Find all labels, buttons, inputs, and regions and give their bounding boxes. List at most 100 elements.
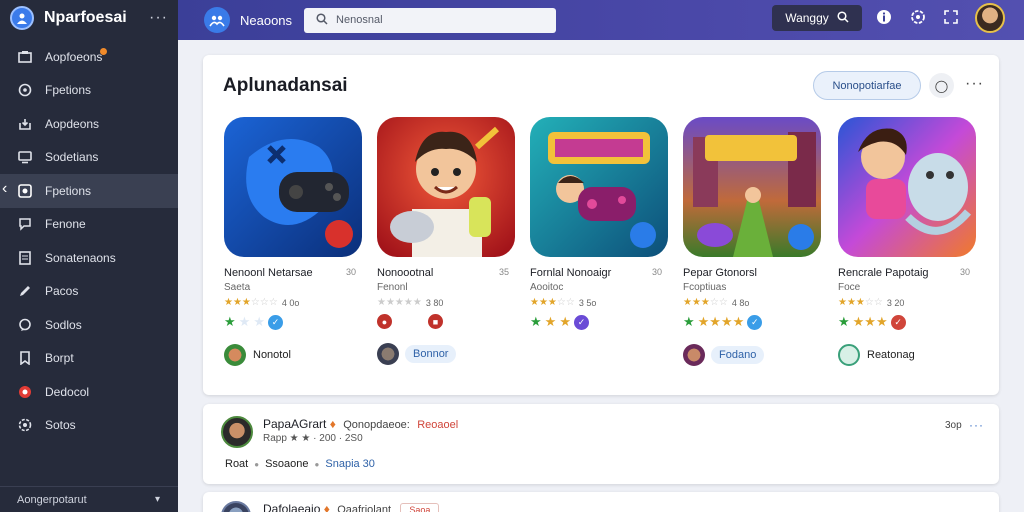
sidebar-item-9[interactable]: Borpt xyxy=(0,342,178,376)
app-title[interactable]: Rencrale Papotaig xyxy=(838,267,929,279)
creator-avatar[interactable] xyxy=(377,343,399,365)
page-title: Neaoons xyxy=(240,12,293,28)
brand-name: Nparfoesai xyxy=(44,9,127,26)
feed-action-link[interactable]: Snapia 30 xyxy=(325,458,375,470)
inbox-icon xyxy=(17,116,33,132)
creator-name[interactable]: Nonotol xyxy=(253,349,291,361)
fullscreen-icon[interactable] xyxy=(942,8,960,26)
record-icon: ● xyxy=(377,314,392,329)
sidebar-item-7[interactable]: Pacos xyxy=(0,275,178,309)
app-image[interactable] xyxy=(838,117,976,257)
more-icon[interactable]: ··· xyxy=(965,75,984,93)
sidebar-item-1[interactable]: Fpetions xyxy=(0,74,178,108)
sidebar-item-3[interactable]: Sodetians xyxy=(0,141,178,175)
verified-icon: ✓ xyxy=(747,314,763,330)
sidebar-item-4[interactable]: Fpetions xyxy=(0,174,178,208)
verified-icon: ✓ xyxy=(267,314,283,330)
feed-author[interactable]: Dafolaeaio xyxy=(263,502,320,512)
sidebar-footer-label: Aongerpotarut xyxy=(17,493,87,506)
creator-avatar[interactable] xyxy=(683,344,705,366)
badges-row: ★ ★★★ ✓ xyxy=(838,314,978,330)
feed-author[interactable]: PapaAGrart xyxy=(263,417,326,431)
section-title: Aplunadansai xyxy=(223,75,348,96)
sidebar-item-label: Fpetions xyxy=(45,83,92,98)
feed-tag[interactable]: Reoaoel xyxy=(417,419,458,431)
search-icon xyxy=(316,12,328,28)
rating-stars: ★★★ ☆☆ 3 5o xyxy=(530,297,597,308)
badges-row: ★ ★★★★ ✓ xyxy=(683,314,823,330)
app-image[interactable] xyxy=(377,117,515,257)
rating-count: 3 20 xyxy=(886,297,905,308)
app-title[interactable]: Fornlal Nonoaigr xyxy=(530,267,611,279)
sidebar-item-0[interactable]: Aopfoeons xyxy=(0,40,178,74)
feed-tag[interactable]: Saoa xyxy=(400,503,440,512)
user-avatar[interactable] xyxy=(975,3,1005,33)
rating-count: 3 5o xyxy=(578,297,597,308)
app-title[interactable]: Nenoonl Netarsae xyxy=(224,267,313,279)
app-card-4[interactable]: Rencrale Papotaig 30 Foce ★★★ ☆☆ 3 20 ★ ★★★ ✓… xyxy=(838,117,978,366)
app-card-1[interactable]: Nonoootnal 35 Fenonl ★★★★★ 3 80 ● ■ Bonnor xyxy=(377,117,517,365)
app-title[interactable]: Pepar Gtonorsl xyxy=(683,267,757,279)
circle-icon[interactable]: ◯ xyxy=(929,73,954,98)
sidebar: Nparfoesai ··· Aopfoeons Fpetions Aopdeo… xyxy=(0,0,178,512)
app-title[interactable]: Nonoootnal xyxy=(377,267,433,279)
sidebar-item-8[interactable]: Sodlos xyxy=(0,308,178,342)
search-icon xyxy=(837,10,849,26)
creator-tag[interactable]: Fodano xyxy=(711,346,765,364)
more-icon[interactable]: ··· xyxy=(149,9,168,27)
star-badge-icon: ★ xyxy=(683,314,695,329)
language-selector[interactable]: Wanggy xyxy=(772,5,862,31)
rating-count: 3 80 xyxy=(425,297,444,308)
language-label: Wanggy xyxy=(785,11,829,25)
sidebar-item-6[interactable]: Sonatenaons xyxy=(0,241,178,275)
creator-avatar[interactable] xyxy=(224,344,246,366)
star-badge-icon: ★★★ xyxy=(852,314,888,329)
sidebar-item-label: Dedocol xyxy=(45,384,90,399)
feed-card: PapaAGrart ♦ Qonopdaeoe: Reoaoel Rapp ★ … xyxy=(203,404,999,484)
settings-icon xyxy=(17,417,33,433)
chat-icon xyxy=(17,216,33,232)
brand-logo-icon xyxy=(10,6,34,30)
bookmark-icon xyxy=(17,350,33,366)
search-placeholder: Nenosnal xyxy=(336,14,383,26)
star-badge-icon: ★ xyxy=(838,314,850,329)
feed-action-first[interactable]: Roat xyxy=(225,458,248,470)
app-image[interactable] xyxy=(224,117,362,257)
search-input[interactable]: Nenosnal xyxy=(304,7,557,33)
app-card-2[interactable]: Fornlal Nonoaigr 30 Aooitoc ★★★ ☆☆ 3 5o ★ ★ ★… xyxy=(530,117,670,344)
creator-avatar[interactable] xyxy=(838,344,860,366)
sidebar-item-2[interactable]: Aopdeons xyxy=(0,107,178,141)
app-card-0[interactable]: Nenoonl Netarsae 30 Saeta ★★★ ☆☆☆ 4 0o ★ ★ ★ ✓… xyxy=(224,117,364,366)
compass-icon xyxy=(17,82,33,98)
chevron-down-icon: ▾ xyxy=(154,494,160,505)
sidebar-item-10[interactable]: Dedocol xyxy=(0,375,178,409)
sidebar-item-label: Aopfoeons xyxy=(45,49,103,64)
feed-action-second[interactable]: Ssoaone xyxy=(265,458,308,470)
sidebar-item-label: Aopdeons xyxy=(45,116,100,131)
verified-icon: ✓ xyxy=(573,314,589,330)
app-logo-icon[interactable] xyxy=(204,7,230,33)
settings-icon[interactable] xyxy=(909,8,927,26)
info-icon[interactable] xyxy=(875,8,893,26)
feed-subline: Rapp ★ ★ · 200 · 2S0 xyxy=(263,433,363,444)
feed-meta: Qonopdaeoe: xyxy=(343,419,410,431)
brand[interactable]: Nparfoesai ··· xyxy=(0,0,178,36)
sidebar-item-5[interactable]: Fenone xyxy=(0,208,178,242)
app-image[interactable] xyxy=(530,117,668,257)
primary-button[interactable]: Nonopotiarfae xyxy=(813,71,921,100)
more-icon[interactable]: ··· xyxy=(969,418,984,432)
sidebar-item-11[interactable]: Sotos xyxy=(0,409,178,443)
app-image[interactable] xyxy=(683,117,821,257)
monitor-icon xyxy=(17,149,33,165)
creator-tag[interactable]: Bonnor xyxy=(405,345,457,363)
feed-avatar[interactable] xyxy=(221,501,251,512)
app-card-3[interactable]: Pepar Gtonorsl Fcoptiuas ★★★ ☆☆ 4 8o ★ ★★★★… xyxy=(683,117,823,366)
feed-avatar[interactable] xyxy=(221,416,253,448)
flame-icon: ♦ xyxy=(329,417,336,431)
record-icon xyxy=(17,384,33,400)
box-icon xyxy=(17,49,33,65)
sidebar-footer[interactable]: Aongerpotarut ▾ xyxy=(0,486,178,512)
creator-name[interactable]: Reatonag xyxy=(867,349,915,361)
app-subtitle: Foce xyxy=(838,282,861,293)
app-number: 30 xyxy=(959,267,970,277)
